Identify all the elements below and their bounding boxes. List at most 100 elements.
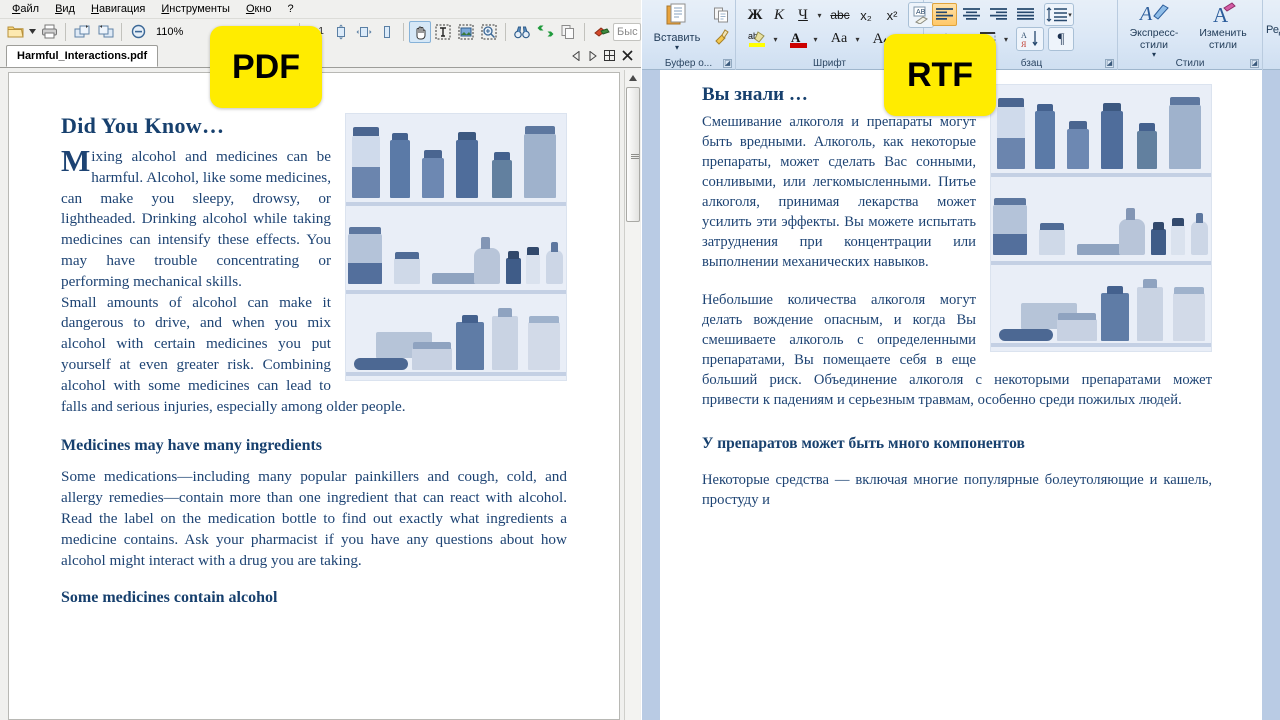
scroll-up-icon[interactable] [625,70,641,86]
editing-label: Редакт [1266,24,1280,36]
pdf-document-content: Did You Know… Mixing alcohol and medicin… [9,73,619,603]
medicine-bottles-on-shelves-photo [990,84,1212,352]
pdf-viewer-window: ФФайлайл Вид Навигация Инструменты Окно … [0,0,641,720]
folder-open-icon[interactable] [4,21,26,43]
screen: ФФайлайл Вид Навигация Инструменты Окно … [0,0,1280,720]
scroll-thumb[interactable] [626,87,640,222]
svg-text:A: A [791,30,801,45]
chevron-down-icon[interactable]: ▾ [770,28,781,50]
sort-az-icon: AЯ [1021,31,1038,48]
pdf-vertical-scrollbar[interactable] [624,70,641,720]
word-illustration [990,84,1212,352]
text-highlight-button[interactable]: ab [744,28,770,50]
superscript-button[interactable]: x² [880,4,904,26]
change-styles-button[interactable]: A Изменить стили [1188,2,1258,51]
menu-item-navigation[interactable]: Навигация [83,2,153,16]
chevron-down-icon[interactable]: ▾ [1068,11,1072,19]
ribbon-group-editing: Редакт [1263,0,1280,70]
tile-pages-icon[interactable] [604,50,615,64]
menu-item-view[interactable]: Вид [47,2,83,16]
pdf-page-area: Did You Know… Mixing alcohol and medicin… [0,68,641,720]
pdf-page-nav [572,50,641,67]
svg-text:A: A [1021,31,1027,40]
convert-arrows-icon[interactable] [534,21,556,43]
bold-button[interactable]: Ж [744,4,766,26]
align-right-button[interactable] [986,3,1011,26]
clipboard-dialog-launcher[interactable]: ◪ [723,59,732,68]
line-spacing-button[interactable]: ▾ [1044,3,1074,26]
binoculars-find-icon[interactable] [511,21,533,43]
next-view-icon[interactable] [94,21,116,43]
align-justify-button[interactable] [1013,3,1038,26]
paste-button[interactable]: Вставить ▾ [648,3,706,52]
quick-styles-icon: A [1138,3,1169,25]
previous-page-icon[interactable] [572,50,581,64]
copy-button[interactable] [710,4,732,26]
align-justify-icon [1017,7,1034,20]
menu-item-file[interactable]: ФФайлайл [4,2,47,16]
word-heading-2: У препаратов может быть много компоненто… [702,435,1025,452]
format-painter-icon [714,29,729,45]
format-painter-button[interactable] [710,26,732,48]
highlight-icon[interactable] [590,21,612,43]
previous-view-icon[interactable] [71,21,93,43]
quick-search-input[interactable]: Быс [613,22,641,41]
align-left-icon [936,7,953,20]
menu-item-help[interactable]: ? [280,2,302,16]
pdf-drop-cap: M [61,143,91,178]
line-spacing-icon [1046,7,1068,22]
chevron-down-icon[interactable]: ▾ [814,4,825,26]
svg-text:Я: Я [1021,40,1027,48]
chevron-down-icon[interactable]: ▾ [648,44,706,52]
document-tab-label: Harmful_Interactions.pdf [17,50,148,62]
close-icon[interactable] [622,50,633,64]
next-page-icon[interactable] [588,50,597,64]
medicine-bottles-on-shelves-photo [345,113,567,381]
fit-width-icon[interactable] [353,21,375,43]
text-select-icon[interactable] [432,21,454,43]
sort-button[interactable]: AЯ [1016,27,1044,51]
font-color-icon: A [789,30,807,48]
pdf-paragraph-3: Some medications—including many popular … [61,468,567,569]
align-center-icon [963,7,980,20]
change-styles-label: Изменить стили [1199,27,1247,51]
copy-icon[interactable] [557,21,579,43]
chevron-down-icon[interactable] [27,21,37,43]
svg-text:A: A [1139,3,1153,24]
quick-styles-button[interactable]: A Экспресс-стили ▾ [1120,2,1188,59]
document-tab[interactable]: Harmful_Interactions.pdf [6,45,159,67]
printer-icon[interactable] [38,21,60,43]
font-color-button[interactable]: A [786,28,810,50]
zoom-level-value[interactable]: 110% [150,26,189,38]
change-case-button[interactable]: Aa [826,28,852,50]
paragraph-dialog-launcher[interactable]: ◪ [1105,59,1114,68]
show-marks-button[interactable]: ¶ [1048,27,1074,51]
word-page[interactable]: Вы знали … Смешивание алкоголя и препара… [660,70,1262,720]
hand-tool-icon[interactable] [409,20,431,43]
fit-height-icon[interactable] [376,21,398,43]
align-right-icon [990,7,1007,20]
zoom-out-icon[interactable] [127,21,149,43]
styles-dialog-launcher[interactable]: ◪ [1250,59,1259,68]
subscript-button[interactable]: x₂ [854,4,878,26]
chevron-down-icon[interactable]: ▾ [852,28,863,50]
text-highlight-icon: ab [748,31,765,47]
image-select-icon[interactable] [455,21,477,43]
zoom-select-icon[interactable] [478,21,500,43]
chevron-down-icon[interactable]: ▾ [1001,28,1011,50]
align-center-button[interactable] [959,3,984,26]
italic-button[interactable]: К [768,4,790,26]
strikethrough-button[interactable]: abc [828,4,852,26]
scroll-thumb-grip [631,154,639,160]
ribbon-group-clipboard: Вставить ▾ Буфер о... ◪ [642,0,736,70]
fit-page-icon[interactable] [330,21,352,43]
align-left-button[interactable] [932,3,957,26]
quick-styles-label: Экспресс-стили [1129,27,1179,51]
chevron-down-icon[interactable]: ▾ [810,28,821,50]
copy-icon [714,7,728,23]
menu-item-tools[interactable]: Инструменты [153,2,238,16]
menu-item-window[interactable]: Окно [238,2,280,16]
underline-button[interactable]: Ч [792,4,814,26]
rtf-format-badge: RTF [884,34,996,116]
pdf-page: Did You Know… Mixing alcohol and medicin… [8,72,620,720]
